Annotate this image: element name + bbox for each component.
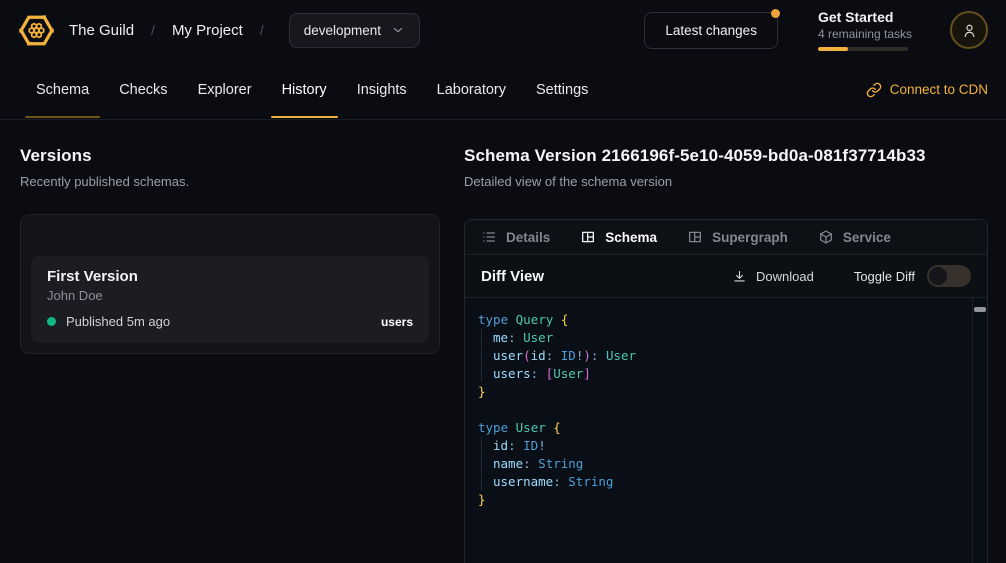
download-button[interactable]: Download xyxy=(732,269,814,284)
breadcrumb: The Guild / My Project / xyxy=(69,22,267,39)
code-line: me: User xyxy=(478,329,963,347)
cube-icon xyxy=(818,229,834,245)
nav-tab-underline xyxy=(271,116,338,118)
primary-nav: Schema Checks Explorer History Insights Labor… xyxy=(0,60,1006,120)
versions-title: Versions xyxy=(20,146,440,166)
version-list-item[interactable]: First Version John Doe Published 5m ago … xyxy=(31,256,429,343)
toggle-diff-switch[interactable] xyxy=(927,265,971,287)
code-line: } xyxy=(478,383,963,401)
target-selector-dropdown[interactable]: development xyxy=(289,13,420,48)
code-line: user(id: ID!): User xyxy=(478,347,963,365)
toggle-knob xyxy=(929,267,947,285)
list-icon xyxy=(481,229,497,245)
schema-code-viewer: type Query {me: Useruser(id: ID!): Useru… xyxy=(465,298,987,563)
detail-tab-schema[interactable]: Schema xyxy=(580,229,657,245)
code-line: users: [User] xyxy=(478,365,963,383)
nav-tab-settings[interactable]: Settings xyxy=(521,60,603,119)
nav-tab-label: History xyxy=(282,82,327,98)
version-detail-title: Schema Version 2166196f-5e10-4059-bd0a-0… xyxy=(464,146,988,166)
person-icon xyxy=(961,22,978,39)
version-detail-panel: Details Schema Supergraph Service Diff View… xyxy=(464,219,988,563)
code-scrollbar-thumb[interactable] xyxy=(974,307,986,312)
breadcrumb-project[interactable]: My Project xyxy=(172,22,243,39)
download-icon xyxy=(732,269,747,284)
detail-tab-service[interactable]: Service xyxy=(818,229,891,245)
top-bar: The Guild / My Project / development Lat… xyxy=(0,0,1006,60)
toggle-diff-label: Toggle Diff xyxy=(854,269,915,284)
get-started-title: Get Started xyxy=(818,9,912,25)
latest-changes-button[interactable]: Latest changes xyxy=(644,12,778,49)
versions-column: Versions Recently published schemas. Fir… xyxy=(20,146,440,563)
nav-tab-label: Laboratory xyxy=(437,82,506,98)
breadcrumb-org[interactable]: The Guild xyxy=(69,22,134,39)
code-line: username: String xyxy=(478,473,963,491)
code-line: type User { xyxy=(478,419,963,437)
connect-to-cdn-link[interactable]: Connect to CDN xyxy=(866,60,988,119)
breadcrumb-separator: / xyxy=(148,22,158,38)
code-line: name: String xyxy=(478,455,963,473)
columns-icon xyxy=(580,229,596,245)
nav-tab-explorer[interactable]: Explorer xyxy=(183,60,267,119)
nav-tab-label: Checks xyxy=(119,82,167,98)
nav-tab-insights[interactable]: Insights xyxy=(342,60,422,119)
main-content: Versions Recently published schemas. Fir… xyxy=(0,120,1006,563)
nav-tab-label: Schema xyxy=(36,82,89,98)
nav-tab-label: Explorer xyxy=(198,82,252,98)
code-line: id: ID! xyxy=(478,437,963,455)
chevron-down-icon xyxy=(391,23,405,37)
target-selector-value: development xyxy=(304,23,381,38)
nav-tab-checks[interactable]: Checks xyxy=(104,60,182,119)
detail-tab-label: Details xyxy=(506,230,550,245)
version-status: Published 5m ago xyxy=(66,314,170,329)
diff-view-header: Diff View Download Toggle Diff xyxy=(465,255,987,298)
published-status-dot xyxy=(47,317,56,326)
nav-tab-history[interactable]: History xyxy=(267,60,342,119)
nav-tab-label: Settings xyxy=(536,82,588,98)
hive-logo-icon[interactable] xyxy=(18,12,55,49)
version-detail-subtitle: Detailed view of the schema version xyxy=(464,174,988,189)
nav-tab-underline xyxy=(25,116,100,118)
version-detail-column: Schema Version 2166196f-5e10-4059-bd0a-0… xyxy=(464,146,988,563)
detail-tab-details[interactable]: Details xyxy=(481,229,550,245)
notification-dot xyxy=(771,9,780,18)
columns-icon xyxy=(687,229,703,245)
code-line: } xyxy=(478,491,963,509)
get-started-subtitle: 4 remaining tasks xyxy=(818,27,912,41)
code-line: type Query { xyxy=(478,311,963,329)
latest-changes-label: Latest changes xyxy=(665,23,757,38)
version-name: First Version xyxy=(47,268,413,285)
nav-tab-laboratory[interactable]: Laboratory xyxy=(422,60,521,119)
primary-nav-tabs: Schema Checks Explorer History Insights Labor… xyxy=(18,60,603,119)
link-icon xyxy=(866,82,882,98)
get-started-widget[interactable]: Get Started 4 remaining tasks xyxy=(818,9,912,51)
nav-tab-schema[interactable]: Schema xyxy=(21,60,104,119)
versions-subtitle: Recently published schemas. xyxy=(20,174,440,189)
connect-to-cdn-label: Connect to CDN xyxy=(890,82,988,97)
breadcrumb-separator: / xyxy=(257,22,267,38)
detail-tab-label: Supergraph xyxy=(712,230,788,245)
schema-sdl-code: type Query {me: Useruser(id: ID!): Useru… xyxy=(465,298,987,509)
nav-tab-label: Insights xyxy=(357,82,407,98)
diff-view-title: Diff View xyxy=(481,268,544,285)
get-started-progress xyxy=(818,47,908,51)
detail-tab-label: Schema xyxy=(605,230,657,245)
version-detail-tabs: Details Schema Supergraph Service xyxy=(465,220,987,255)
user-avatar[interactable] xyxy=(950,11,988,49)
detail-tab-supergraph[interactable]: Supergraph xyxy=(687,229,788,245)
version-author: John Doe xyxy=(47,288,413,303)
detail-tab-label: Service xyxy=(843,230,891,245)
versions-list: First Version John Doe Published 5m ago … xyxy=(20,214,440,354)
download-label: Download xyxy=(756,269,814,284)
code-line xyxy=(478,401,963,419)
service-badge: users xyxy=(381,315,413,329)
code-scrollbar-track xyxy=(972,298,973,563)
